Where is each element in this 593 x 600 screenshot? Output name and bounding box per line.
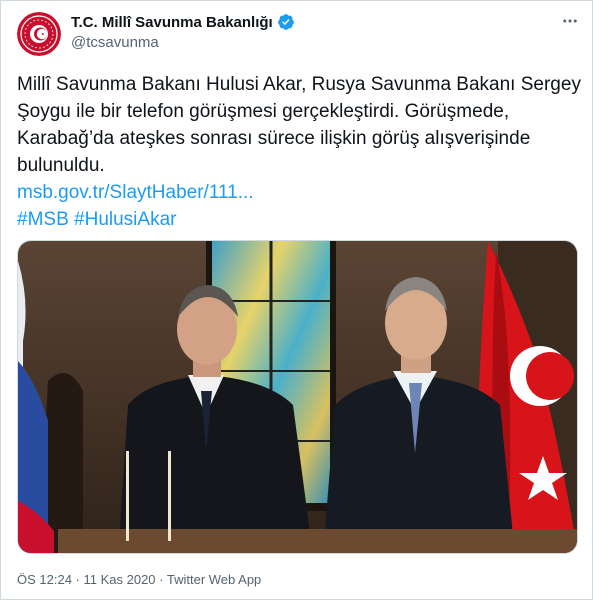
tweet-link[interactable]: msb.gov.tr/SlaytHaber/111... bbox=[17, 182, 254, 203]
account-handle[interactable]: @tcsavunma bbox=[71, 34, 159, 51]
display-name[interactable]: T.C. Millî Savunma Bakanlığı bbox=[71, 14, 273, 31]
tweet-meta: ÖS 12:24 · 11 Kas 2020 · Twitter Web App bbox=[17, 572, 261, 587]
meta-separator: · bbox=[155, 572, 167, 587]
ministry-emblem-icon bbox=[17, 12, 61, 56]
hashtag-msb[interactable]: #MSB bbox=[17, 209, 69, 230]
tweet-photo[interactable] bbox=[17, 240, 578, 554]
tweet-time[interactable]: ÖS 12:24 bbox=[17, 572, 72, 587]
tweet-body: Millî Savunma Bakanı Hulusi Akar, Rusya … bbox=[17, 71, 582, 233]
more-options-button[interactable] bbox=[560, 11, 580, 31]
tweet-source[interactable]: Twitter Web App bbox=[167, 572, 261, 587]
avatar[interactable] bbox=[17, 12, 61, 56]
verified-badge-icon bbox=[277, 14, 294, 30]
meta-separator: · bbox=[71, 572, 84, 587]
tweet-card: T.C. Millî Savunma Bakanlığı @tcsavunma … bbox=[0, 0, 593, 600]
hashtag-hulusiakar[interactable]: #HulusiAkar bbox=[74, 209, 176, 230]
photo-illustration bbox=[18, 241, 577, 553]
tweet-date[interactable]: 11 Kas 2020 bbox=[84, 572, 156, 587]
more-dots-icon bbox=[563, 19, 577, 23]
tweet-text: Millî Savunma Bakanı Hulusi Akar, Rusya … bbox=[17, 74, 581, 176]
